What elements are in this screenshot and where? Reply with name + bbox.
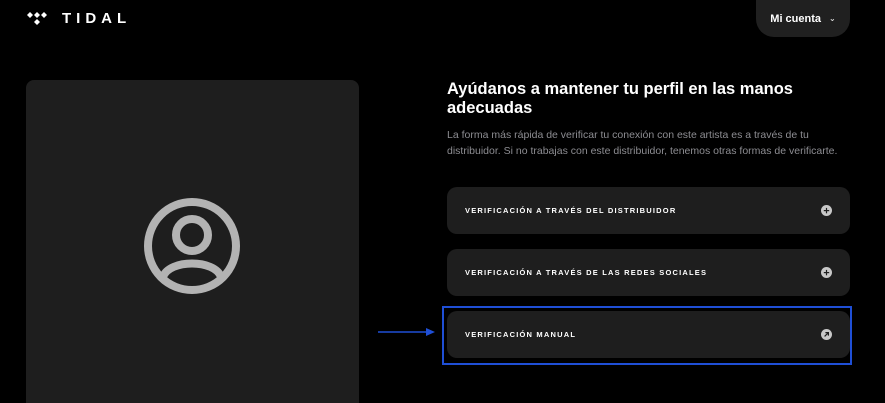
tidal-logo[interactable]: TIDAL [26, 10, 131, 27]
option-label: VERIFICACIÓN A TRAVÉS DEL DISTRIBUIDOR [465, 206, 677, 215]
plus-circle-icon [821, 267, 832, 278]
option-distributor-verification[interactable]: VERIFICACIÓN A TRAVÉS DEL DISTRIBUIDOR [447, 187, 850, 234]
my-account-button[interactable]: Mi cuenta ⌄ [756, 0, 850, 37]
avatar-panel [26, 80, 359, 403]
page-title: Ayúdanos a mantener tu perfil en las man… [447, 80, 793, 117]
brand-name: TIDAL [62, 10, 132, 27]
user-circle-icon [144, 198, 240, 294]
tidal-diamond-icon [27, 11, 47, 25]
verification-intro: Ayúdanos a mantener tu perfil en las man… [447, 80, 850, 159]
my-account-label: Mi cuenta [770, 12, 822, 25]
chevron-down-icon: ⌄ [829, 14, 836, 23]
plus-circle-icon [821, 205, 832, 216]
option-social-verification[interactable]: VERIFICACIÓN A TRAVÉS DE LAS REDES SOCIA… [447, 249, 850, 296]
page-description: La forma más rápida de verificar tu cone… [447, 129, 838, 157]
option-label: VERIFICACIÓN A TRAVÉS DE LAS REDES SOCIA… [465, 268, 708, 277]
highlight-box [442, 306, 852, 365]
pointer-arrow-icon [378, 328, 435, 336]
